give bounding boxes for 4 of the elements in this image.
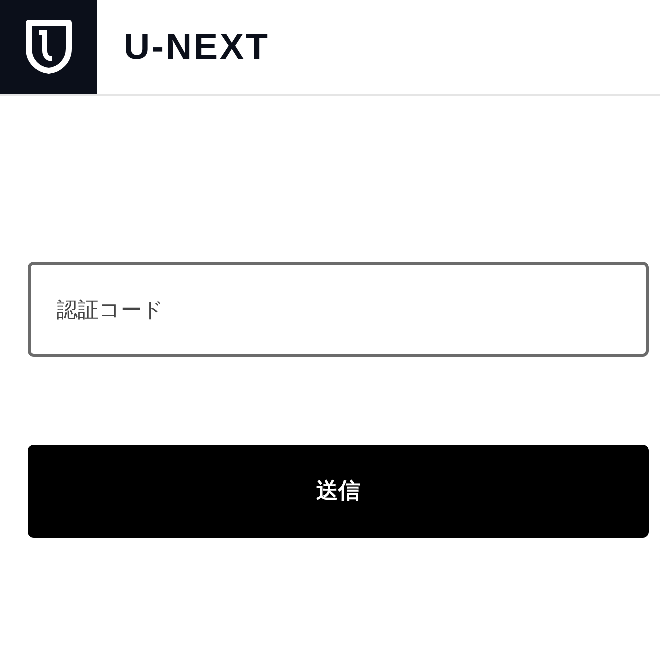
brand-logo-text: U-NEXT [124, 25, 270, 69]
shield-icon [24, 19, 74, 75]
submit-button[interactable]: 送信 [28, 445, 649, 538]
code-field[interactable]: 認証コード [28, 262, 649, 357]
